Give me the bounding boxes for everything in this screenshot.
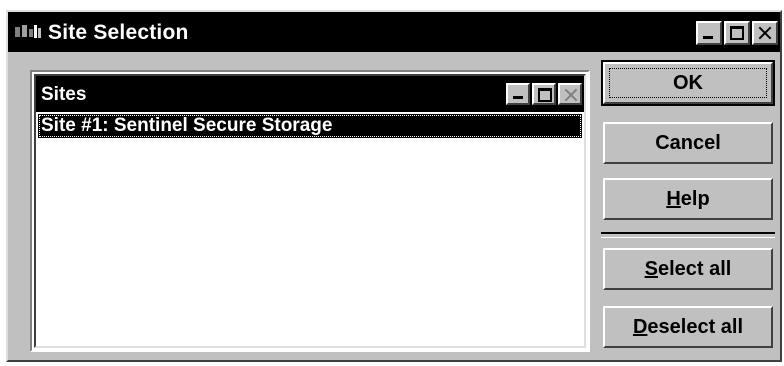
title-bar[interactable]: Site Selection bbox=[8, 12, 780, 52]
sites-panel-title: Sites bbox=[41, 84, 87, 105]
app-icon bbox=[15, 25, 41, 38]
select-all-mnemonic: S bbox=[644, 257, 658, 280]
minimize-icon[interactable] bbox=[696, 21, 722, 45]
help-mnemonic: H bbox=[666, 187, 681, 210]
site-list-item[interactable]: Site #1: Sentinel Secure Storage bbox=[38, 114, 582, 138]
sites-panel-title-bar: Sites bbox=[36, 76, 584, 112]
maximize-icon[interactable] bbox=[724, 21, 750, 45]
sites-panel: Sites Site #1: Sentinel Secure Storage bbox=[30, 70, 590, 352]
site-selection-dialog: Site Selection Sites Site #1: Sentinel S… bbox=[6, 10, 782, 362]
ok-button[interactable]: OK bbox=[601, 60, 775, 106]
cancel-button[interactable]: Cancel bbox=[603, 122, 773, 164]
help-button-label: elp bbox=[680, 187, 710, 210]
select-all-button-label: elect all bbox=[657, 257, 732, 280]
select-all-button[interactable]: Select all bbox=[603, 248, 773, 290]
panel-close-icon bbox=[558, 83, 582, 105]
window-title: Site Selection bbox=[48, 21, 189, 44]
help-button[interactable]: Help bbox=[603, 178, 773, 220]
cancel-button-label: Cancel bbox=[655, 131, 721, 154]
panel-maximize-icon[interactable] bbox=[532, 83, 556, 105]
deselect-all-button-label: eselect all bbox=[647, 315, 744, 338]
deselect-all-mnemonic: D bbox=[632, 315, 648, 338]
close-icon[interactable] bbox=[752, 21, 778, 45]
panel-minimize-icon[interactable] bbox=[506, 83, 530, 105]
button-separator bbox=[601, 232, 775, 238]
deselect-all-button[interactable]: Deselect all bbox=[603, 306, 773, 348]
